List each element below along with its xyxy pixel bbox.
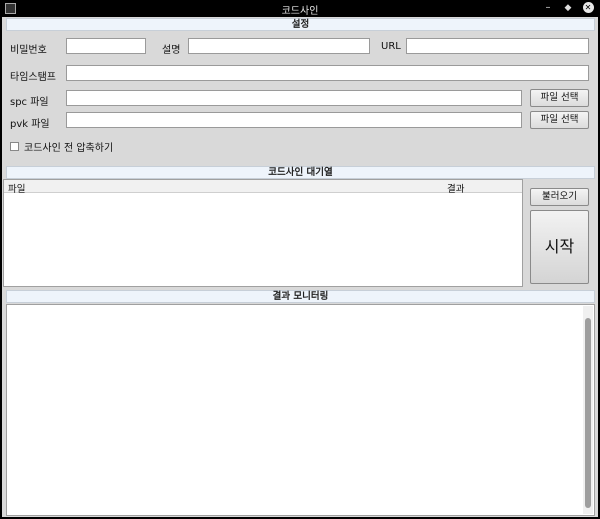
pvk-file-select-button[interactable]: 파일 선택 — [530, 111, 589, 129]
load-button[interactable]: 불러오기 — [530, 188, 589, 206]
timestamp-field[interactable] — [66, 65, 589, 81]
main-window: 설정 비밀번호 설명 URL 타임스탬프 spc 파일 파일 선택 pvk 파일… — [2, 17, 598, 517]
settings-section-header: 설정 — [6, 18, 595, 31]
queue-list-header: 파일 결과 — [4, 180, 522, 195]
maximize-button[interactable]: ◆ — [561, 1, 575, 15]
monitor-scrollbar-thumb[interactable] — [585, 318, 591, 508]
description-field[interactable] — [188, 38, 370, 54]
spc-file-label: spc 파일 — [10, 97, 49, 108]
spc-file-field[interactable] — [66, 90, 522, 106]
column-header-result[interactable]: 결과 — [447, 181, 464, 195]
pvk-file-field[interactable] — [66, 112, 522, 128]
monitor-section-header: 결과 모니터링 — [6, 290, 595, 303]
password-label: 비밀번호 — [10, 45, 47, 56]
description-label: 설명 — [162, 45, 181, 56]
close-button[interactable]: ✕ — [581, 1, 595, 15]
start-button[interactable]: 시작 — [530, 210, 589, 284]
monitor-scrollbar[interactable] — [583, 306, 593, 514]
compress-label: 코드사인 전 압축하기 — [24, 143, 114, 154]
queue-list[interactable]: 파일 결과 — [3, 179, 523, 287]
url-field[interactable] — [406, 38, 589, 54]
result-monitor-textarea[interactable] — [6, 304, 595, 516]
queue-section-header: 코드사인 대기열 — [6, 166, 595, 179]
timestamp-label: 타임스탬프 — [10, 72, 56, 83]
column-header-file[interactable]: 파일 — [8, 181, 25, 195]
minimize-button[interactable]: – — [541, 1, 555, 15]
url-label: URL — [381, 41, 401, 52]
compress-checkbox[interactable] — [10, 142, 19, 151]
pvk-file-label: pvk 파일 — [10, 119, 50, 130]
spc-file-select-button[interactable]: 파일 선택 — [530, 89, 589, 107]
window-title: 코드사인 — [281, 6, 319, 17]
title-bar: 코드사인 – ◆ ✕ — [0, 0, 600, 17]
close-icon: ✕ — [582, 2, 594, 13]
password-field[interactable] — [66, 38, 146, 54]
